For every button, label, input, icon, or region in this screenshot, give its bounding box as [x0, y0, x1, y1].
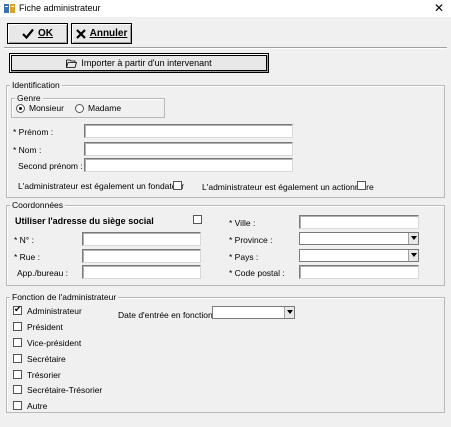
chevron-down-icon — [284, 307, 294, 318]
province-select[interactable] — [299, 232, 419, 245]
fondateur-label: L'administrateur est également un fondat… — [18, 181, 185, 191]
cancel-button[interactable]: Annuler — [71, 23, 132, 44]
siege-checkbox[interactable] — [193, 215, 202, 224]
second-prenom-label: Second prénom : — [18, 161, 83, 171]
role-checkbox-secretaire-tresorier[interactable] — [13, 385, 22, 394]
window-bottom — [0, 416, 451, 427]
ville-label: * Ville : — [229, 218, 256, 228]
actionnaire-checkbox[interactable] — [357, 181, 366, 190]
genre-label: Genre — [15, 93, 43, 103]
role-label-president: Président — [27, 322, 63, 332]
second-prenom-input[interactable] — [84, 158, 293, 172]
close-button[interactable]: ✕ — [433, 1, 445, 15]
app-icon — [4, 4, 15, 13]
role-label-secretaire: Secrétaire — [27, 354, 66, 364]
pays-select[interactable] — [299, 249, 419, 262]
import-label: Importer à partir d'un intervenant — [81, 58, 212, 68]
ok-label: OK — [38, 28, 53, 39]
prenom-label: * Prénom : — [13, 127, 54, 137]
folder-open-icon — [66, 59, 78, 68]
role-checkbox-tresorier[interactable] — [13, 370, 22, 379]
cancel-label: Annuler — [89, 28, 128, 39]
import-button[interactable]: Importer à partir d'un intervenant — [9, 53, 269, 73]
coordonnees-group-label: Coordonnées — [10, 200, 66, 210]
radio-monsieur[interactable] — [16, 104, 25, 113]
rue-label: * Rue : — [14, 252, 40, 262]
app-input[interactable] — [82, 265, 201, 279]
chevron-down-icon — [408, 250, 418, 261]
no-input[interactable] — [82, 232, 201, 246]
siege-label: Utiliser l'adresse du siège social — [15, 216, 154, 226]
code-postal-label: * Code postal : — [229, 268, 285, 278]
nom-label: * Nom : — [13, 145, 42, 155]
date-label: Date d'entrée en fonction : — [118, 310, 218, 320]
pays-label: * Pays : — [229, 252, 259, 262]
role-label-autre: Autre — [27, 401, 48, 411]
role-label-vice-president: Vice-président — [27, 338, 82, 348]
role-checkbox-vice-president[interactable] — [13, 338, 22, 347]
date-select[interactable] — [212, 306, 295, 319]
role-label-secretaire-tresorier: Secrétaire-Trésorier — [27, 385, 103, 395]
role-label-administrateur: Administrateur — [27, 306, 82, 316]
actionnaire-label: L'administrateur est également un action… — [202, 182, 374, 192]
role-label-tresorier: Trésorier — [27, 370, 61, 380]
x-icon — [75, 28, 86, 39]
ok-button[interactable]: OK — [7, 23, 68, 44]
check-icon — [22, 28, 34, 39]
code-postal-input[interactable] — [299, 265, 419, 279]
radio-madame[interactable] — [75, 104, 84, 113]
province-label: * Province : — [229, 235, 273, 245]
identification-group-label: Identification — [10, 80, 62, 90]
nom-input[interactable] — [84, 142, 293, 156]
rue-input[interactable] — [82, 249, 201, 263]
fonction-group-label: Fonction de l'administrateur — [10, 292, 119, 302]
radio-monsieur-label: Monsieur — [29, 103, 64, 113]
fondateur-checkbox[interactable] — [173, 181, 182, 190]
no-label: * N° : — [14, 235, 34, 245]
ville-input[interactable] — [299, 215, 419, 229]
radio-madame-label: Madame — [88, 103, 122, 113]
chevron-down-icon — [408, 233, 418, 244]
role-checkbox-president[interactable] — [13, 322, 22, 331]
role-checkbox-administrateur[interactable] — [13, 304, 22, 315]
prenom-input[interactable] — [84, 124, 293, 138]
close-icon: ✕ — [433, 1, 445, 15]
toolbar-separator — [4, 47, 447, 49]
role-checkbox-secretaire[interactable] — [13, 354, 22, 363]
app-label: App./bureau : — [17, 268, 69, 278]
window-title: Fiche administrateur — [19, 3, 101, 13]
role-checkbox-autre[interactable] — [13, 401, 22, 410]
